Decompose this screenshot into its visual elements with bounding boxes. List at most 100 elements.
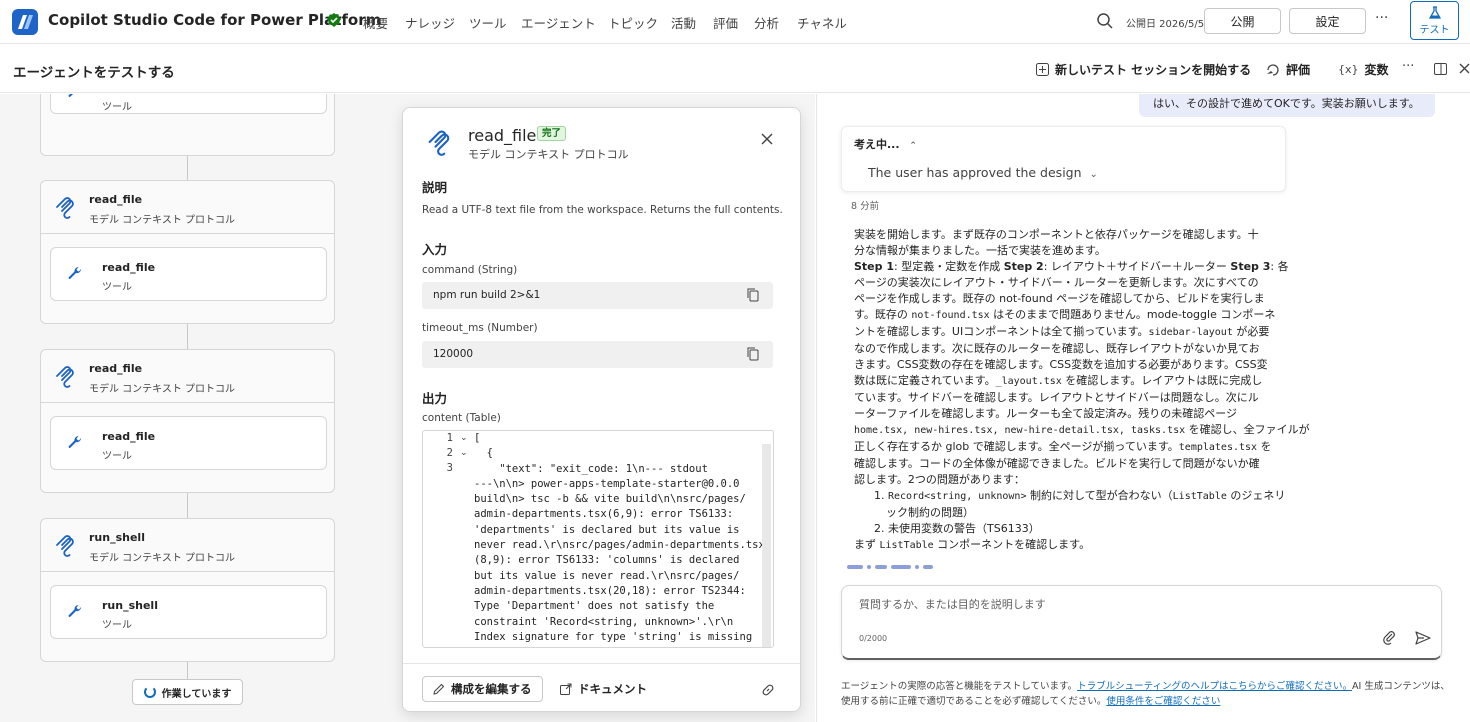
tool-title: run_shell: [102, 599, 158, 612]
response-line: home.tsx, new-hires.tsx, new-hire-detail…: [854, 422, 1310, 439]
tool-card[interactable]: run_shell ツール: [50, 585, 327, 639]
send-icon[interactable]: [1415, 631, 1431, 645]
node-title: read_file: [89, 362, 143, 375]
step-text: : レイアウト＋サイドバー＋ルーター: [1043, 260, 1231, 273]
test-button[interactable]: テスト: [1410, 1, 1459, 40]
message-timestamp: 8 分前: [851, 201, 880, 212]
description-heading: 説明: [422, 180, 448, 195]
more-options-button[interactable]: ···: [1375, 10, 1388, 26]
chevron-up-icon: ⌃: [909, 141, 917, 151]
evaluate-button[interactable]: 評価: [1266, 61, 1310, 78]
top-bar: Copilot Studio Code for Power Platform 概…: [0, 0, 1470, 44]
user-message-bubble: はい、その設計で進めてOKです。実装お願いします。: [1139, 94, 1435, 117]
documentation-link[interactable]: ドキュメント: [560, 676, 647, 702]
nav-knowledge[interactable]: ナレッジ: [405, 13, 455, 32]
character-count: 0/2000: [859, 634, 888, 643]
response-line: 確認します。コードの全体像が確認できました。ビルドを実行して問題がないか確: [854, 457, 1260, 470]
content-label: content (Table): [422, 412, 501, 424]
flow-node-card[interactable]: read_file モデル コンテキスト プロトコル read_file ツール: [40, 349, 335, 493]
step-label: Step 2: [1003, 260, 1044, 273]
response-line: 認します。2つの問題があります：: [854, 473, 1025, 486]
terms-link[interactable]: 使用条件をご確認ください: [1106, 696, 1220, 707]
close-icon[interactable]: [761, 133, 773, 145]
publish-button[interactable]: 公開: [1204, 8, 1281, 34]
wrench-icon: [68, 266, 82, 280]
thinking-summary[interactable]: The user has approved the design ⌄: [868, 165, 1098, 180]
variables-button[interactable]: {x} 変数: [1338, 61, 1389, 78]
link-icon[interactable]: [761, 683, 775, 697]
flow-node-card[interactable]: run_shell モデル コンテキスト プロトコル run_shell ツール: [40, 518, 335, 662]
working-status: 作業しています: [132, 679, 243, 705]
chevron-down-icon: ⌄: [1089, 169, 1098, 180]
description-text: Read a UTF-8 text file from the workspac…: [422, 204, 783, 216]
line-number: 3: [446, 462, 453, 474]
fold-chevron-icon[interactable]: ⌄: [460, 433, 468, 443]
variables-label: 変数: [1364, 63, 1389, 77]
code-scrollbar[interactable]: [762, 444, 771, 647]
mcp-protocol-icon: [56, 535, 74, 557]
node-subtitle: モデル コンテキスト プロトコル: [89, 384, 236, 395]
list-item: 1. Record<string, unknown> 制約に対して型が合わない（…: [874, 489, 1286, 502]
response-line: なので作成します。次に既存のルーターを確認し、既存レイアウトがないか見てお: [854, 342, 1260, 355]
line-number: 2: [446, 447, 453, 459]
flow-node-card[interactable]: read_file モデル コンテキスト プロトコル read_file ツール: [40, 180, 335, 324]
nav-tools[interactable]: ツール: [469, 13, 507, 32]
new-session-button[interactable]: 新しいテスト セッションを開始する: [1036, 61, 1251, 78]
thinking-card[interactable]: 考え中... ⌃ The user has approved the desig…: [841, 126, 1286, 192]
thinking-label[interactable]: 考え中... ⌃: [854, 136, 917, 152]
nav-overview[interactable]: 概要: [363, 13, 388, 32]
dock-panel-icon[interactable]: [1434, 63, 1447, 75]
inline-code: home.tsx, new-hires.tsx, new-hire-detail…: [854, 425, 1186, 436]
edit-config-button[interactable]: 構成を編集する: [422, 676, 543, 702]
command-value: npm run build 2>&1: [433, 289, 541, 301]
chat-input-placeholder[interactable]: 質問するか、または目的を説明します: [859, 596, 1046, 612]
thinking-label-text: 考え中...: [854, 138, 900, 151]
output-code-viewer[interactable]: 1 2 3 ⌄ ⌄ [ { "text": "exit_code: 1\n---…: [422, 430, 774, 648]
troubleshooting-link[interactable]: トラブルシューティングのヘルプはこちらからご確認ください。: [1077, 681, 1352, 692]
mcp-protocol-icon: [56, 197, 74, 219]
tool-detail-panel: read_file 完了 モデル コンテキスト プロトコル 説明 Read a …: [402, 107, 801, 712]
response-text: を: [1257, 440, 1272, 453]
nav-evaluation[interactable]: 評価: [713, 13, 738, 32]
nav-channels[interactable]: チャネル: [797, 13, 847, 32]
response-text: ントを確認します。UIコンポーネントは全て揃っています。: [854, 325, 1149, 338]
search-icon[interactable]: [1096, 12, 1114, 30]
test-button-label: テスト: [1419, 24, 1450, 36]
response-text: 正しく存在するか glob で確認します。全ページが揃っています。: [854, 440, 1179, 453]
app-logo-icon: [12, 9, 38, 35]
nav-agents[interactable]: エージェント: [521, 13, 596, 32]
nav-analytics[interactable]: 分析: [754, 13, 779, 32]
nav-activity[interactable]: 活動: [671, 13, 696, 32]
copy-icon[interactable]: [747, 347, 759, 361]
variables-icon: {x}: [1338, 63, 1359, 76]
tool-card[interactable]: read_file ツール: [50, 247, 327, 301]
command-field: npm run build 2>&1: [422, 282, 773, 309]
flow-connector: [187, 156, 188, 180]
inline-code: not-found.tsx: [911, 310, 990, 321]
tool-card[interactable]: read_file ツール: [50, 416, 327, 470]
tool-card[interactable]: glob ツール: [50, 94, 327, 114]
output-json-text: [ { "text": "exit_code: 1\n--- stdout --…: [474, 432, 765, 643]
nav-topics[interactable]: トピック: [608, 13, 658, 32]
wrench-icon: [68, 435, 82, 449]
response-text: が必要: [1232, 325, 1270, 338]
pane-more-button[interactable]: ···: [1402, 59, 1414, 74]
attach-icon[interactable]: [1383, 631, 1397, 645]
timeout-field: 120000: [422, 341, 773, 368]
settings-button[interactable]: 設定: [1289, 8, 1366, 34]
close-pane-icon[interactable]: [1459, 63, 1470, 74]
response-text: を確認し、全ファイルが: [1185, 423, 1310, 436]
fold-chevron-icon[interactable]: ⌄: [460, 448, 468, 458]
agent-response: 実装を開始します。まず既存のコンポーネントと依存パッケージを確認します。十 分な…: [854, 227, 1310, 554]
response-text: を確認します。レイアウトは既に完成し: [1061, 374, 1263, 387]
copy-icon[interactable]: [747, 288, 759, 302]
flow-node-card[interactable]: glob ツール: [40, 94, 335, 156]
step-text: : 型定義・定数を作成: [894, 260, 1004, 273]
inline-code: templates.tsx: [1178, 442, 1258, 453]
response-line: 数は既に定義されています。_layout.tsx を確認します。レイアウトは既に…: [854, 373, 1274, 390]
response-line: ページの実装次にレイアウト・サイドバー・ルーターを更新します。次にすべての: [854, 276, 1259, 289]
evaluate-icon: [1267, 63, 1279, 76]
open-external-icon: [560, 683, 572, 695]
chat-input-box[interactable]: 質問するか、または目的を説明します 0/2000: [841, 585, 1442, 660]
chat-panel: はい、その設計で進めてOKです。実装お願いします。 考え中... ⌃ The u…: [816, 94, 1470, 722]
